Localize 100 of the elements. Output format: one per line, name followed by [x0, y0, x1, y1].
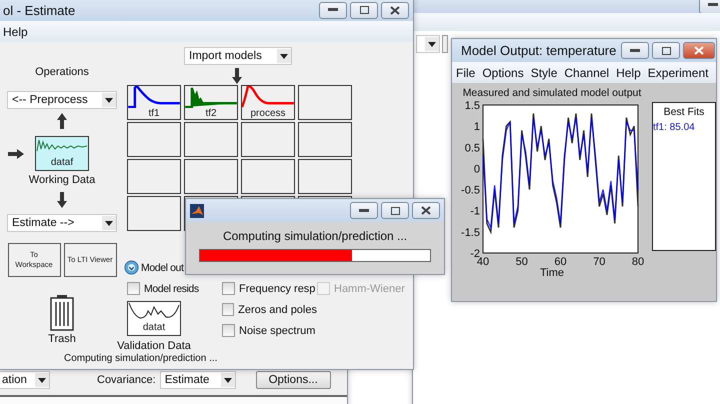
- model-tile[interactable]: [241, 122, 295, 157]
- options-button[interactable]: Options...: [256, 371, 331, 389]
- minimize-button[interactable]: [319, 2, 347, 18]
- status-text: Computing simulation/prediction ...: [64, 353, 218, 364]
- maximize-icon: [662, 46, 671, 54]
- checkbox[interactable]: [127, 282, 140, 295]
- caret-icon: [428, 42, 436, 46]
- caret-icon: [280, 54, 288, 58]
- caret-icon: [105, 220, 113, 226]
- y-tick-label: -1: [470, 206, 480, 218]
- tile-label: tf1: [148, 108, 160, 119]
- dropdown[interactable]: Estimate: [160, 371, 236, 389]
- minimize-icon: [630, 48, 640, 52]
- model-tile[interactable]: [184, 122, 238, 157]
- checkbox-label: Hamm-Wiener: [334, 282, 405, 294]
- maximize-button[interactable]: [652, 42, 680, 59]
- small-button[interactable]: [442, 35, 448, 53]
- tile-label: tf2: [205, 108, 217, 119]
- close-button[interactable]: [381, 2, 409, 18]
- minimize-icon: [328, 8, 338, 12]
- dropdown[interactable]: Estimate -->: [7, 214, 117, 232]
- minimize-icon: [708, 3, 718, 7]
- window-title: Model Output: temperature: [461, 43, 616, 58]
- best-fit-entry: tf1: 85.04: [653, 122, 695, 133]
- model-tile[interactable]: [241, 159, 295, 194]
- data-tile[interactable]: datat: [127, 301, 181, 336]
- y-tick-label: -1.5: [461, 226, 480, 239]
- down-arrow-icon: [232, 68, 242, 84]
- close-icon: [421, 206, 431, 215]
- up-arrow-icon: [57, 113, 67, 129]
- tile-label: datat: [142, 322, 166, 333]
- x-tick-label: 80: [632, 256, 644, 268]
- model-tile[interactable]: [298, 85, 352, 120]
- data-tile[interactable]: dataf: [35, 136, 89, 171]
- menu-item[interactable]: Channel: [564, 66, 610, 80]
- checkbox-label: Zeros and poles: [238, 304, 317, 316]
- tile-label: process: [250, 108, 286, 119]
- caret-icon: [224, 378, 232, 382]
- dropdown[interactable]: ation: [0, 371, 50, 389]
- close-icon: [694, 46, 704, 55]
- model-tile[interactable]: [127, 122, 181, 157]
- model-tile[interactable]: tf2: [184, 85, 238, 120]
- trash-icon: [50, 295, 74, 331]
- model-tile[interactable]: [298, 122, 352, 157]
- y-tick-label: 1: [474, 121, 480, 134]
- window-title: ol - Estimate: [3, 2, 76, 18]
- maximize-button[interactable]: [381, 202, 409, 219]
- progress-message: Computing simulation/prediction ...: [222, 229, 408, 243]
- response-plot-icon: [242, 86, 294, 108]
- menu-item[interactable]: Help: [616, 66, 641, 80]
- y-tick-label: 0.5: [464, 142, 480, 154]
- minimize-icon: [359, 208, 369, 212]
- tile-label: dataf: [50, 157, 74, 168]
- close-button[interactable]: [683, 42, 716, 59]
- y-tick-label: -0.5: [461, 184, 480, 197]
- x-tick-label: 50: [516, 256, 528, 268]
- close-button[interactable]: [412, 202, 440, 219]
- checkbox[interactable]: [222, 303, 234, 316]
- model-tile[interactable]: [298, 159, 352, 194]
- y-tick-label: 1.5: [464, 100, 480, 112]
- menu-item[interactable]: Experiment: [648, 66, 708, 80]
- menu-item[interactable]: Style: [530, 66, 558, 80]
- menu-item[interactable]: Options: [482, 66, 524, 80]
- checkbox-label: Model resids: [144, 282, 199, 294]
- trash-label: Trash: [48, 333, 76, 345]
- checkbox[interactable]: [222, 282, 235, 295]
- best-fits-title: Best Fits: [664, 106, 704, 118]
- checkbox-label: Frequency resp: [239, 282, 316, 294]
- chart-title: Measured and simulated model output: [462, 87, 642, 99]
- model-tile[interactable]: [127, 196, 181, 231]
- close-icon: [390, 6, 400, 14]
- model-tile[interactable]: tf1: [127, 85, 181, 120]
- y-tick-label: 0: [474, 163, 480, 176]
- checkbox[interactable]: [222, 324, 235, 337]
- minimize-button[interactable]: [621, 42, 650, 59]
- model-tile[interactable]: [127, 159, 181, 194]
- x-axis-label: Time: [540, 267, 564, 279]
- dropdown[interactable]: [416, 35, 440, 53]
- dropdown[interactable]: Import models: [184, 47, 292, 65]
- menu-item[interactable]: File: [456, 66, 476, 80]
- maximize-button[interactable]: [350, 2, 378, 18]
- model-tile[interactable]: [184, 159, 238, 194]
- operations-label: Operations: [35, 66, 89, 78]
- response-plot-icon: [185, 86, 237, 108]
- dropdown[interactable]: <-- Preprocess: [7, 91, 117, 109]
- checkbox-label: Noise spectrum: [239, 324, 316, 336]
- x-tick-label: 60: [554, 256, 567, 268]
- minimize-button[interactable]: [350, 202, 378, 219]
- validation-data-label: Validation Data: [117, 340, 191, 352]
- menu-item[interactable]: Help: [3, 24, 28, 38]
- caret-icon: [38, 378, 46, 382]
- x-tick-label: 70: [593, 256, 606, 268]
- working-data-label: Working Data: [28, 174, 96, 186]
- model-tile[interactable]: process: [241, 85, 295, 120]
- maximize-icon: [360, 6, 368, 14]
- right-arrow-icon: [8, 148, 24, 158]
- caret-icon: [105, 98, 113, 102]
- response-plot-icon: [128, 86, 180, 108]
- covariance-label: Covariance:: [97, 374, 156, 386]
- maximize-icon: [390, 206, 400, 214]
